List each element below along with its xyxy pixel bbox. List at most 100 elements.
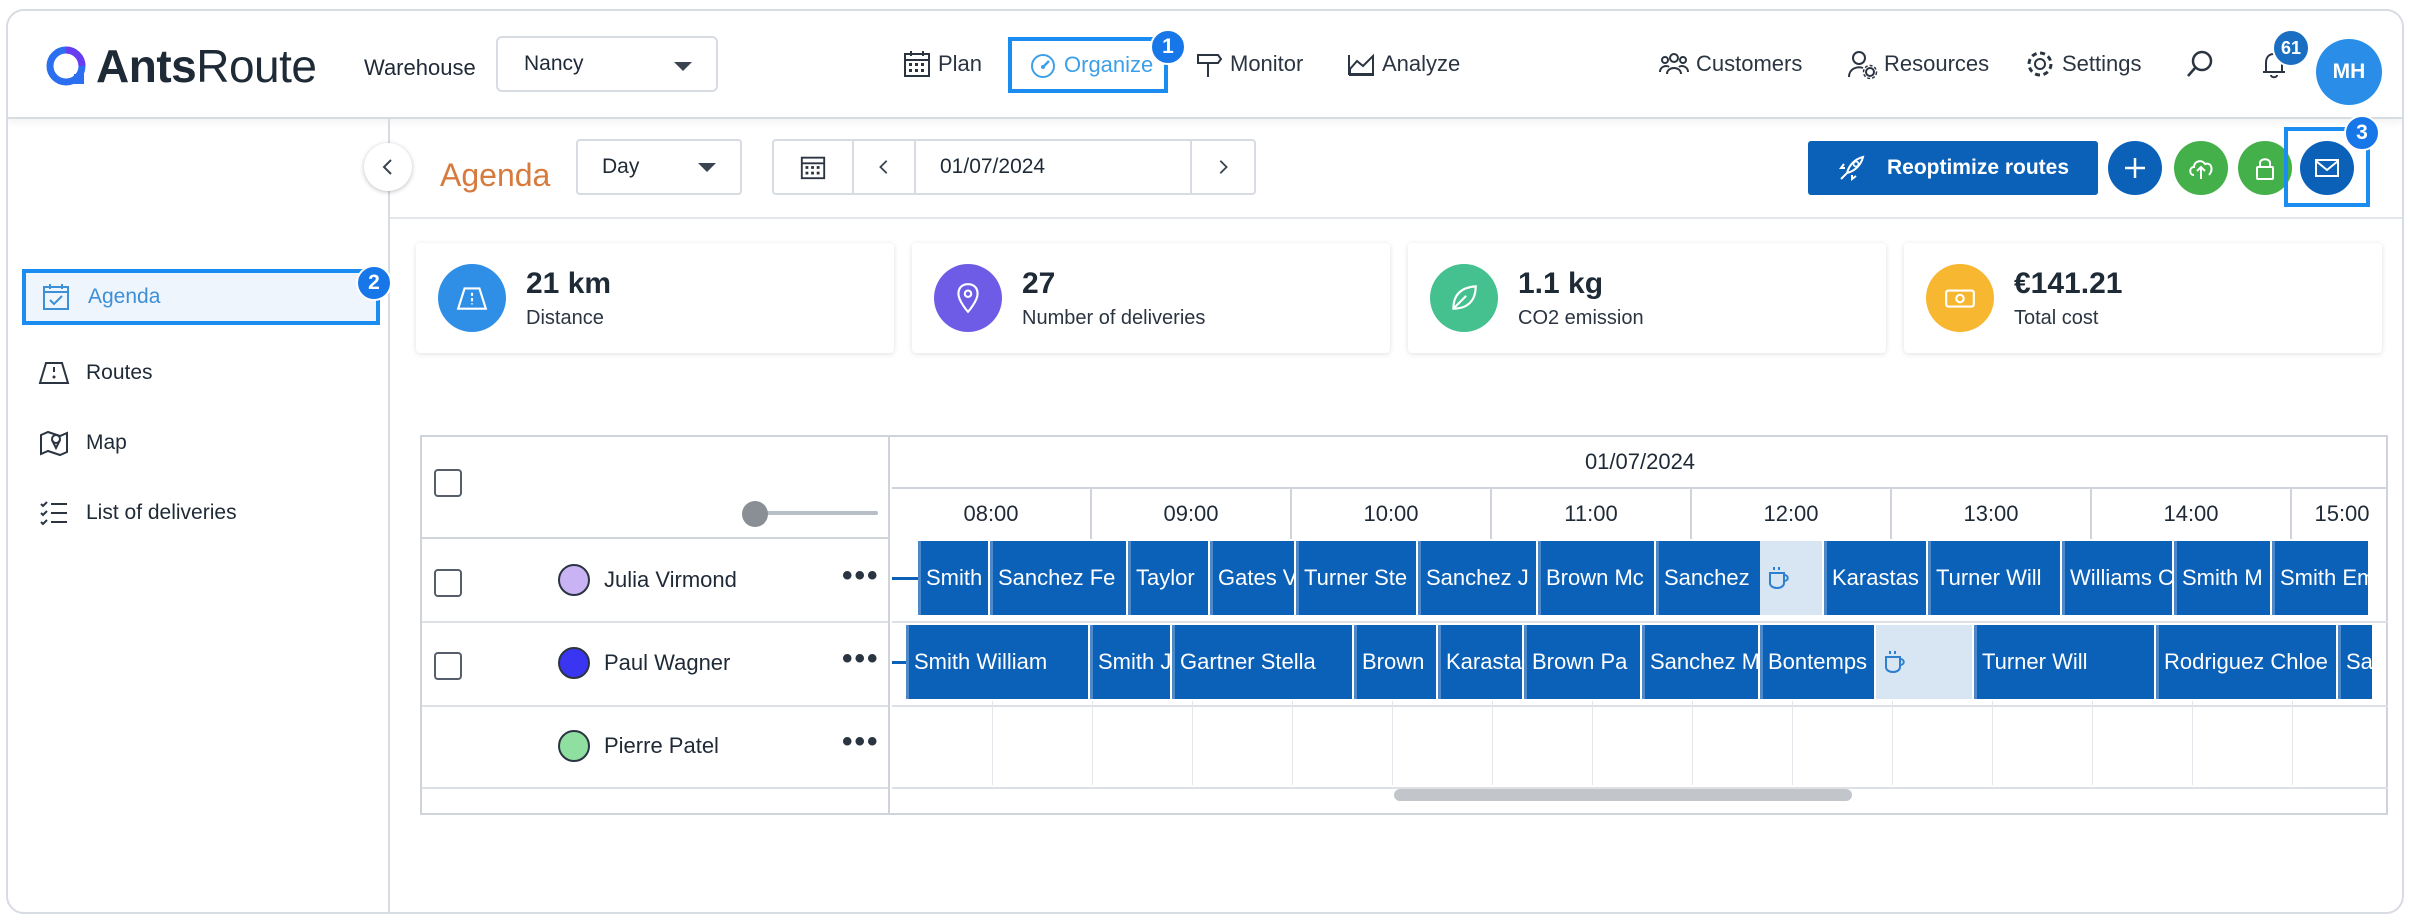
nav-settings[interactable]: Settings [2024,41,2142,87]
kpi-deliveries: 27 Number of deliveries [912,243,1390,353]
previous-day-button[interactable] [854,141,916,193]
logo-icon [46,46,86,86]
resource-color-dot [558,564,590,596]
row-checkbox[interactable] [434,652,462,680]
delivery-task[interactable]: Smith J [1090,625,1170,699]
delivery-task[interactable]: Smith William [906,625,1088,699]
app-window: AntsRoute Warehouse Nancy Plan Organize … [6,9,2404,914]
delivery-task[interactable]: Karasta [1438,625,1522,699]
grid-line [1192,701,1193,785]
zoom-slider[interactable] [752,511,878,515]
sidebar-collapse-button[interactable] [364,143,412,191]
lock-icon [2256,158,2274,180]
delivery-task[interactable]: Brown Pa [1524,625,1640,699]
delivery-task[interactable]: Sanchez M [1642,625,1758,699]
date-picker-button[interactable] [774,141,854,193]
resource-name: Julia Virmond [604,567,737,592]
row-checkbox[interactable] [434,569,462,597]
grid-line [2092,701,2093,785]
resource-pierre-patel[interactable]: Pierre Patel [558,730,719,762]
break-slot[interactable] [1876,625,1972,699]
coffee-cup-icon [1769,567,1789,590]
kpi-value: €141.21 [2014,266,2123,300]
agenda-timeline: Julia Virmond ••• Paul Wagner ••• Pierre… [420,435,2388,815]
nav-customers-label: Customers [1696,51,1803,76]
upload-button[interactable] [2174,141,2228,195]
nav-monitor[interactable]: Monitor [1194,41,1303,87]
break-slot[interactable] [1760,541,1822,615]
delivery-task[interactable]: Sanchez [1656,541,1760,615]
sidebar-item-list-of-deliveries[interactable]: List of deliveries [38,488,237,538]
delivery-task[interactable]: Bontemps [1760,625,1874,699]
nav-customers[interactable]: Customers [1658,41,1802,87]
delivery-task[interactable]: Turner Will [1974,625,2154,699]
plus-icon [2125,158,2145,178]
sidebar-item-label: List of deliveries [86,501,237,524]
search-button[interactable] [2184,41,2216,87]
add-button[interactable] [2108,141,2162,195]
delivery-task[interactable]: Gartner Stella [1172,625,1352,699]
search-icon [2187,50,2213,77]
zoom-slider-handle[interactable] [742,501,768,527]
logo-text-bold: Ants [96,40,197,92]
delivery-task[interactable]: Brown [1354,625,1436,699]
resource-julia-virmond[interactable]: Julia Virmond [558,564,737,596]
sidebar-item-map[interactable]: Map [38,418,127,468]
app-logo[interactable]: AntsRoute [44,39,317,93]
resource-paul-wagner[interactable]: Paul Wagner [558,647,730,679]
chevron-left-icon [382,159,392,175]
chevron-down-icon [698,163,716,172]
user-avatar[interactable]: MH [2316,39,2382,105]
next-day-button[interactable] [1192,141,1254,193]
signpost-icon [1197,54,1223,77]
coffee-cup-icon [1885,651,1905,674]
delivery-task[interactable]: Brown Mc [1538,541,1654,615]
more-options-icon[interactable]: ••• [842,559,880,593]
calendar-icon [904,51,930,77]
select-all-checkbox[interactable] [434,469,462,497]
more-options-icon[interactable]: ••• [842,642,880,676]
sidebar-item-routes[interactable]: Routes [38,348,153,398]
more-options-icon[interactable]: ••• [842,725,880,759]
gauge-icon [1031,54,1055,78]
checklist-icon [40,501,67,526]
warehouse-select[interactable]: Nancy [496,36,718,92]
delivery-task[interactable]: Sanchez Fe [990,541,1126,615]
nav-plan[interactable]: Plan [902,41,982,87]
hour-label: 12:00 [1692,489,1892,539]
nav-analyze[interactable]: Analyze [1346,41,1460,87]
hour-label: 10:00 [1292,489,1492,539]
delivery-task[interactable]: Sanchez J [1418,541,1536,615]
resource-color-dot [558,647,590,679]
chevron-down-icon [674,62,692,71]
nav-plan-label: Plan [938,51,983,76]
current-date[interactable]: 01/07/2024 [916,141,1192,193]
send-email-button[interactable] [2300,141,2354,195]
resource-column-header [422,437,888,539]
nav-organize[interactable]: Organize [1008,37,1168,93]
view-mode-select[interactable]: Day [576,139,742,195]
chevron-left-icon [879,160,888,174]
delivery-task[interactable]: Williams C [2062,541,2172,615]
sidebar-item-agenda[interactable]: Agenda [22,269,380,325]
kpi-label: CO2 emission [1518,306,1644,329]
header-divider [390,217,2402,219]
delivery-task[interactable]: Sa [2338,625,2372,699]
delivery-task[interactable]: Gates V [1210,541,1294,615]
nav-resources[interactable]: Resources [1846,41,1989,87]
sidebar-item-label: Agenda [88,285,161,308]
page-title: Agenda [440,157,551,193]
delivery-task[interactable]: Smith Em [2272,541,2368,615]
delivery-task[interactable]: Smith [918,541,988,615]
delivery-task[interactable]: Smith M [2174,541,2270,615]
reoptimize-routes-button[interactable]: Reoptimize routes [1808,141,2098,195]
hour-label: 15:00 [2314,501,2370,526]
delivery-task[interactable]: Rodriguez Chloe [2156,625,2336,699]
chart-area-icon [1348,53,1374,76]
resource-color-dot [558,730,590,762]
horizontal-scrollbar[interactable] [1394,789,1852,801]
delivery-task[interactable]: Karastas [1824,541,1926,615]
delivery-task[interactable]: Turner Ste [1296,541,1416,615]
delivery-task[interactable]: Turner Will [1928,541,2060,615]
delivery-task[interactable]: Taylor [1128,541,1208,615]
